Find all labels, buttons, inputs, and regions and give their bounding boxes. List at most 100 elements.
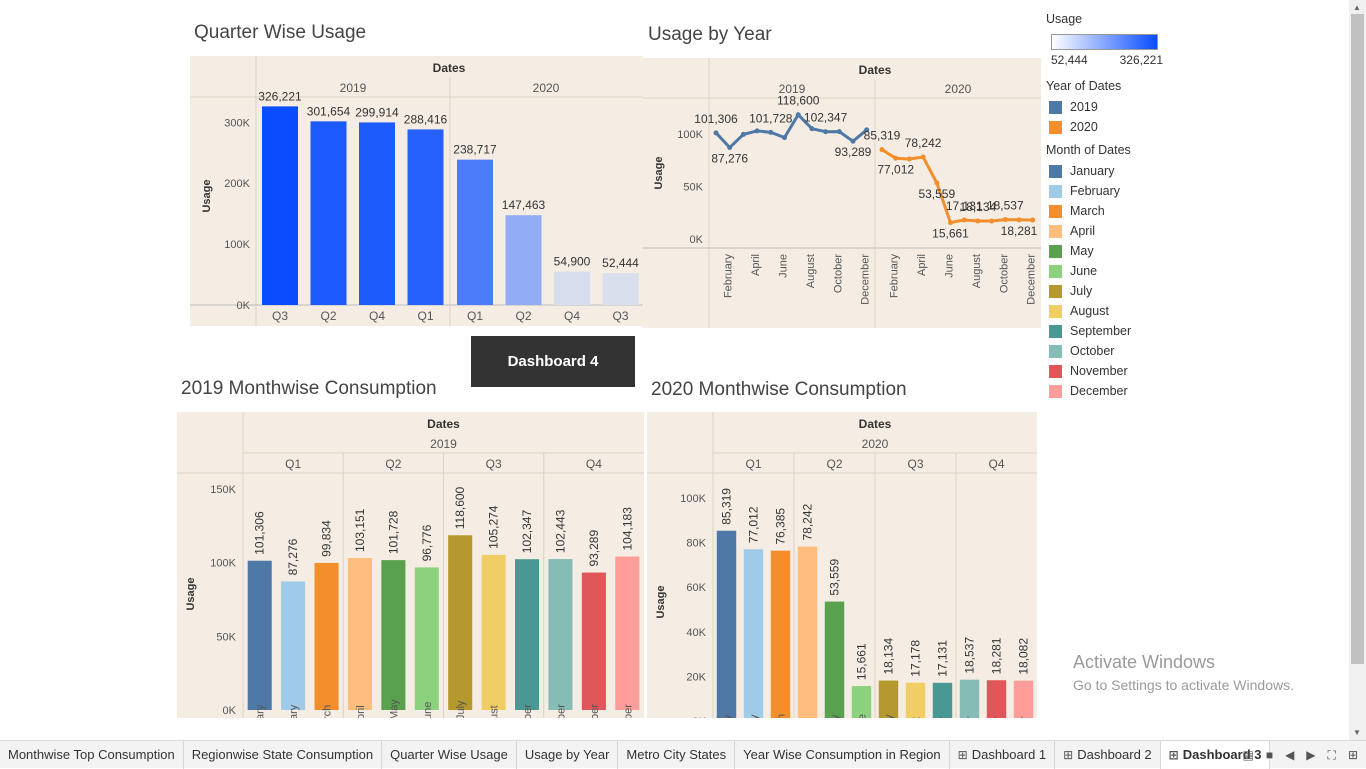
legend-swatch bbox=[1049, 185, 1062, 198]
scroll-up-icon[interactable]: ▲ bbox=[1353, 3, 1361, 12]
x-tick-label: e bbox=[857, 714, 869, 718]
quarter-header: Q4 bbox=[988, 457, 1004, 471]
quarter-header: Q4 bbox=[586, 457, 602, 471]
legend-item-august[interactable]: August bbox=[1049, 301, 1186, 321]
quarter-header: Q1 bbox=[745, 457, 761, 471]
legend-label: October bbox=[1070, 344, 1114, 358]
usage-color-gradient bbox=[1051, 34, 1158, 50]
usage-max-label: 326,221 bbox=[1120, 53, 1163, 67]
tab-usage-by-year[interactable]: Usage by Year bbox=[517, 741, 619, 769]
monthwise-2019-chart[interactable]: Dates2019Usage0K50K100K150KQ1Q2Q3Q4101,3… bbox=[177, 412, 644, 718]
filmstrip-icon[interactable]: ■ bbox=[1266, 748, 1273, 762]
usage-by-year-chart[interactable]: Dates20192020Usage0K50K100K101,30687,276… bbox=[643, 58, 1041, 328]
bar bbox=[906, 683, 925, 718]
series-point bbox=[1017, 217, 1022, 222]
series-point bbox=[809, 126, 814, 131]
legend-item-april[interactable]: April bbox=[1049, 221, 1186, 241]
x-tick-label: ber bbox=[589, 704, 601, 718]
y-tick-label: 0K bbox=[693, 716, 707, 718]
legend-label: April bbox=[1070, 224, 1095, 238]
legend-item-february[interactable]: February bbox=[1049, 181, 1186, 201]
bar-value-label: 99,834 bbox=[320, 520, 334, 557]
legend-item-july[interactable]: July bbox=[1049, 281, 1186, 301]
vertical-scrollbar[interactable]: ▲ ▼ bbox=[1349, 0, 1366, 740]
legend-item-december[interactable]: December bbox=[1049, 381, 1186, 401]
point-value-label: 18,537 bbox=[987, 199, 1024, 213]
bar bbox=[408, 129, 444, 305]
fullscreen-icon[interactable]: ⛶ bbox=[1328, 748, 1336, 763]
tab-quarter-wise-usage[interactable]: Quarter Wise Usage bbox=[382, 741, 517, 769]
x-tick-label: ber bbox=[622, 704, 634, 718]
bar-value-label: 77,012 bbox=[747, 506, 761, 543]
x-tick-label: Q4 bbox=[564, 309, 580, 323]
y-axis-label: Usage bbox=[185, 577, 197, 610]
tab-metro-city-states[interactable]: Metro City States bbox=[618, 741, 735, 769]
x-tick-label: Q2 bbox=[515, 309, 531, 323]
bar-value-label: 102,347 bbox=[520, 510, 534, 554]
x-tick-label: Q3 bbox=[612, 309, 628, 323]
legend-swatch bbox=[1049, 305, 1062, 318]
next-sheet-icon[interactable]: ▶ bbox=[1306, 748, 1315, 762]
bar bbox=[554, 272, 590, 305]
legend-item-september[interactable]: September bbox=[1049, 321, 1186, 341]
x-tick-label: October bbox=[998, 254, 1010, 293]
year-header: 2019 bbox=[340, 81, 367, 95]
x-tick-label: y bbox=[884, 714, 896, 718]
quarter-header: Q2 bbox=[385, 457, 401, 471]
x-tick-label: h bbox=[776, 714, 788, 718]
bar bbox=[771, 551, 790, 718]
bar-value-label: 326,221 bbox=[258, 89, 302, 103]
bar bbox=[852, 686, 871, 718]
dates-header: Dates bbox=[427, 417, 460, 431]
bar-value-label: 102,443 bbox=[553, 509, 567, 553]
dashboard-4-button[interactable]: Dashboard 4 bbox=[471, 336, 635, 387]
previous-sheet-icon[interactable]: ◀ bbox=[1285, 748, 1294, 762]
legend-label: March bbox=[1070, 204, 1105, 218]
y-axis-label: Usage bbox=[201, 179, 213, 212]
bar-value-label: 101,728 bbox=[386, 510, 400, 554]
y-tick-label: 200K bbox=[224, 178, 250, 190]
legend-item-2019[interactable]: 2019 bbox=[1049, 97, 1186, 117]
bar-value-label: 288,416 bbox=[404, 112, 448, 126]
bar-value-label: 52,444 bbox=[602, 256, 639, 270]
bar-value-label: 93,289 bbox=[587, 530, 601, 567]
legend-item-may[interactable]: May bbox=[1049, 241, 1186, 261]
scroll-thumb[interactable] bbox=[1351, 14, 1364, 664]
tab-monthwise-top-consumption[interactable]: Monthwise Top Consumption bbox=[0, 741, 184, 769]
point-value-label: 85,319 bbox=[864, 129, 901, 143]
bar-value-label: 78,242 bbox=[801, 503, 815, 540]
x-tick-label: pril bbox=[355, 705, 367, 718]
legend-label: June bbox=[1070, 264, 1097, 278]
x-tick-label: y bbox=[749, 714, 761, 718]
bar-value-label: 18,082 bbox=[1017, 638, 1031, 675]
monthwise-2020-chart[interactable]: Dates2020Usage0K20K40K60K80K100KQ1Q2Q3Q4… bbox=[647, 412, 1037, 718]
tab-dashboard-1[interactable]: ⊞Dashboard 1 bbox=[950, 741, 1056, 769]
y-tick-label: 50K bbox=[216, 631, 236, 643]
legend-item-october[interactable]: October bbox=[1049, 341, 1186, 361]
scroll-down-icon[interactable]: ▼ bbox=[1353, 728, 1361, 737]
series-point bbox=[921, 155, 926, 160]
legend-item-march[interactable]: March bbox=[1049, 201, 1186, 221]
legend-item-2020[interactable]: 2020 bbox=[1049, 117, 1186, 137]
grid-icon: ⊞ bbox=[958, 748, 968, 762]
point-value-label: 118,600 bbox=[777, 94, 820, 108]
legend-item-june[interactable]: June bbox=[1049, 261, 1186, 281]
y-axis-label: Usage bbox=[653, 156, 665, 189]
bar-value-label: 105,274 bbox=[487, 505, 501, 549]
legend-item-november[interactable]: November bbox=[1049, 361, 1186, 381]
tab-dashboard-2[interactable]: ⊞Dashboard 2 bbox=[1055, 741, 1161, 769]
y-tick-label: 50K bbox=[683, 182, 703, 194]
legend-item-january[interactable]: January bbox=[1049, 161, 1186, 181]
grid-view-icon[interactable]: ▤ bbox=[1242, 748, 1253, 762]
tab-year-wise-consumption-in-region[interactable]: Year Wise Consumption in Region bbox=[735, 741, 950, 769]
y-axis-label: Usage bbox=[655, 585, 667, 618]
bar bbox=[548, 559, 572, 710]
quarter-header: Q2 bbox=[826, 457, 842, 471]
tab-label: Monthwise Top Consumption bbox=[8, 747, 175, 762]
grid-icon: ⊞ bbox=[1169, 748, 1179, 762]
tab-regionwise-state-consumption[interactable]: Regionwise State Consumption bbox=[184, 741, 382, 769]
quarter-wise-chart[interactable]: Dates20192020Usage0K100K200K300K326,221Q… bbox=[190, 56, 643, 326]
x-tick-label: April bbox=[916, 254, 928, 276]
tile-view-icon[interactable]: ⊞ bbox=[1348, 748, 1358, 762]
tab-label: Dashboard 2 bbox=[1077, 747, 1151, 762]
